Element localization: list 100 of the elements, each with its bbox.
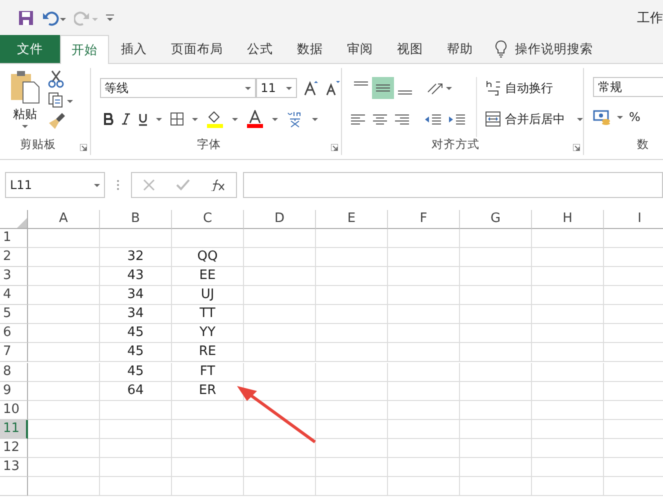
table-cell (460, 438, 532, 458)
dialog-launcher-icon[interactable] (331, 144, 338, 151)
undo-icon[interactable] (42, 10, 66, 26)
format-painter-icon[interactable] (48, 112, 66, 130)
ribbon-tab[interactable]: 页面布局 (159, 35, 235, 63)
table-cell (172, 229, 244, 248)
column-header[interactable]: E (316, 210, 388, 229)
table-cell (244, 476, 316, 496)
ribbon-tab[interactable]: 文件 (0, 35, 60, 63)
table-cell (244, 305, 316, 324)
row-header[interactable]: 6 (0, 324, 28, 344)
column-header[interactable]: A (28, 210, 100, 229)
column-header[interactable]: C (172, 210, 244, 229)
table-cell (28, 476, 100, 496)
increase-font-icon[interactable] (302, 80, 319, 96)
row-header[interactable]: 8 (0, 362, 28, 382)
table-cell (316, 248, 388, 268)
caret-icon[interactable] (232, 118, 238, 120)
row-header[interactable]: 2 (0, 248, 28, 268)
align-center-icon[interactable] (372, 112, 388, 126)
column-header[interactable]: D (244, 210, 316, 229)
row-header[interactable]: 7 (0, 343, 28, 362)
column-header[interactable]: F (388, 210, 460, 229)
clipboard-icon (10, 70, 40, 104)
column-header[interactable]: I (604, 210, 663, 229)
row-header[interactable]: 13 (0, 458, 28, 477)
table-cell: RE (172, 343, 244, 362)
row-header[interactable]: 11 (0, 420, 28, 439)
caret-icon[interactable] (272, 118, 278, 120)
ribbon-tab[interactable]: 帮助 (435, 35, 485, 63)
column-header[interactable]: H (532, 210, 604, 229)
ribbon-tab[interactable]: 数据 (285, 35, 335, 63)
percent-button[interactable]: % (629, 106, 640, 128)
table-cell (244, 438, 316, 458)
table-cell (316, 420, 388, 439)
table-cell (28, 362, 100, 382)
align-left-icon[interactable] (350, 112, 366, 126)
copy-icon[interactable] (48, 92, 74, 108)
currency-icon[interactable] (593, 109, 611, 125)
underline-icon[interactable] (138, 112, 148, 126)
align-right-icon[interactable] (394, 112, 410, 126)
table-cell (100, 420, 172, 439)
table-cell (244, 458, 316, 477)
table-cell (532, 362, 604, 382)
table-cell (316, 476, 388, 496)
caret-icon[interactable] (192, 118, 198, 120)
scissors-icon[interactable] (48, 70, 64, 88)
table-cell (28, 267, 100, 286)
row-header[interactable]: 9 (0, 382, 28, 401)
ribbon-tab[interactable]: 审阅 (335, 35, 385, 63)
save-icon[interactable] (18, 10, 34, 26)
table-cell (388, 382, 460, 401)
top-align-icon (354, 81, 368, 86)
row-header[interactable]: 3 (0, 267, 28, 286)
column-header[interactable]: B (100, 210, 172, 229)
font-name-field[interactable]: 等线 (100, 78, 256, 98)
number-format-field[interactable]: 常规 (593, 77, 663, 97)
dialog-launcher-icon[interactable] (80, 144, 87, 151)
borders-icon[interactable] (170, 112, 184, 126)
table-cell: 45 (100, 343, 172, 362)
font-color-icon[interactable] (246, 110, 264, 128)
decrease-indent-icon[interactable] (424, 112, 442, 126)
customize-icon[interactable] (106, 14, 114, 22)
caret-icon[interactable] (156, 118, 162, 120)
column-header[interactable]: G (460, 210, 532, 229)
caret-icon (286, 86, 292, 90)
ribbon-tab[interactable]: 插入 (109, 35, 159, 63)
italic-icon[interactable] (122, 113, 130, 125)
row-header[interactable]: 5 (0, 305, 28, 324)
row-header[interactable]: 4 (0, 286, 28, 306)
dialog-launcher-icon[interactable] (573, 144, 580, 151)
insert-function-icon[interactable] (211, 179, 226, 191)
ribbon-tab[interactable]: 公式 (235, 35, 285, 63)
bold-icon[interactable] (104, 113, 114, 125)
wrap-text-button[interactable]: 自动换行 (485, 77, 583, 99)
decrease-font-icon[interactable] (324, 80, 341, 96)
table-cell (388, 362, 460, 382)
formula-input-field[interactable] (243, 172, 663, 198)
table-cell (28, 229, 100, 248)
ribbon-tab[interactable]: 开始 (60, 35, 109, 64)
name-box[interactable]: L11 (5, 172, 105, 198)
middle-align-button[interactable] (372, 77, 394, 99)
tell-me-search[interactable]: 操作说明搜索 (515, 40, 593, 58)
merge-center-button[interactable]: 合并后居中 (485, 108, 583, 130)
table-cell (460, 343, 532, 362)
ribbon-tab[interactable]: 视图 (385, 35, 435, 63)
row-header[interactable]: 1 (0, 229, 28, 248)
caret-icon[interactable] (617, 116, 623, 118)
fill-color-icon[interactable] (206, 110, 224, 128)
table-cell (532, 229, 604, 248)
table-cell (28, 400, 100, 420)
table-cell (172, 420, 244, 439)
paste-button[interactable]: 粘贴 (10, 70, 40, 134)
caret-icon[interactable] (312, 118, 318, 120)
font-size-field[interactable]: 11 (256, 78, 297, 98)
table-cell (388, 420, 460, 439)
increase-indent-icon[interactable] (448, 112, 466, 126)
row-header[interactable]: 12 (0, 438, 28, 458)
table-cell (532, 476, 604, 496)
table-cell (172, 476, 244, 496)
